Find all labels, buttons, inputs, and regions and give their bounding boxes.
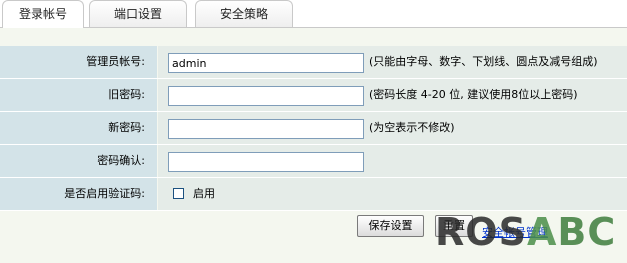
new-password-cell: (为空表示不修改) [158,112,627,144]
row-admin-account: 管理员帐号: (只能由字母、数字、下划线、圆点及减号组成) [0,46,627,79]
tab-bar: 登录帐号 端口设置 安全策略 [0,0,627,28]
save-button[interactable]: 保存设置 [357,215,424,237]
old-password-cell: (密码长度 4-20 位, 建议使用8位以上密码) [158,79,627,111]
tab-login-account[interactable]: 登录帐号 [2,0,84,28]
confirm-password-label: 密码确认: [0,145,157,177]
row-confirm-password: 密码确认: [0,145,627,178]
new-password-input[interactable] [168,119,364,139]
new-password-hint: (为空表示不修改) [369,121,455,134]
admin-account-hint: (只能由字母、数字、下划线、圆点及减号组成) [369,55,598,68]
new-password-label: 新密码: [0,112,157,144]
old-password-hint: (密码长度 4-20 位, 建议使用8位以上密码) [369,88,578,101]
admin-account-label: 管理员帐号: [0,46,157,78]
captcha-checkbox-label[interactable]: 启用 [193,178,215,210]
login-account-form: 管理员帐号: (只能由字母、数字、下划线、圆点及减号组成) 旧密码: (密码长度… [0,46,627,211]
captcha-cell: 启用 [158,178,627,210]
tab-security-policy[interactable]: 安全策略 [195,0,293,27]
reset-button[interactable]: 重置 [435,215,473,237]
row-new-password: 新密码: (为空表示不修改) [0,112,627,145]
old-password-label: 旧密码: [0,79,157,111]
settings-panel: 管理员帐号: (只能由字母、数字、下划线、圆点及减号组成) 旧密码: (密码长度… [0,28,627,263]
admin-account-input[interactable] [168,53,364,73]
admin-account-cell: (只能由字母、数字、下划线、圆点及减号组成) [158,46,627,78]
confirm-password-cell [158,145,627,177]
captcha-label: 是否启用验证码: [0,178,157,210]
tab-port-settings[interactable]: 端口设置 [89,0,187,27]
captcha-checkbox[interactable] [173,188,184,199]
row-old-password: 旧密码: (密码长度 4-20 位, 建议使用8位以上密码) [0,79,627,112]
row-captcha: 是否启用验证码: 启用 [0,178,627,211]
confirm-password-input[interactable] [168,152,364,172]
security-account-link[interactable]: 安全帐号管理 [482,224,548,240]
old-password-input[interactable] [168,86,364,106]
